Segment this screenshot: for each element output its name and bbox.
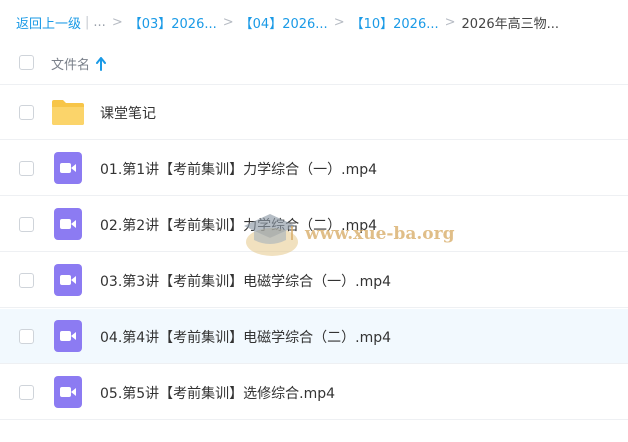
file-row[interactable]: 05.第5讲【考前集训】选修综合.mp4 [0,365,628,420]
file-name[interactable]: 04.第4讲【考前集训】电磁学综合（二）.mp4 [100,327,391,347]
video-icon [54,376,82,408]
breadcrumb-item-2[interactable]: 【04】2026... [240,13,328,32]
folder-icon [52,100,84,125]
file-name[interactable]: 02.第2讲【考前集训】力学综合（二）.mp4 [100,215,377,235]
breadcrumb-item-3[interactable]: 【10】2026... [351,13,439,32]
file-row[interactable]: 03.第3讲【考前集训】电磁学综合（一）.mp4 [0,253,628,308]
breadcrumb-separator: > [444,14,456,30]
video-icon [54,152,82,184]
file-name[interactable]: 03.第3讲【考前集训】电磁学综合（一）.mp4 [100,271,391,291]
video-icon [54,264,82,296]
breadcrumb: 返回上一级 | ... > 【03】2026... > 【04】2026... … [16,12,559,32]
file-name[interactable]: 01.第1讲【考前集训】力学综合（一）.mp4 [100,159,377,179]
breadcrumb-separator: > [222,14,234,30]
row-checkbox[interactable] [19,105,34,120]
row-checkbox[interactable] [19,273,34,288]
row-checkbox[interactable] [19,161,34,176]
file-row[interactable]: 01.第1讲【考前集训】力学综合（一）.mp4 [0,141,628,196]
back-link[interactable]: 返回上一级 [16,13,81,32]
breadcrumb-divider: | [85,14,90,30]
arrow-up-icon [96,56,107,71]
file-name[interactable]: 05.第5讲【考前集训】选修综合.mp4 [100,383,335,403]
breadcrumb-separator: > [333,14,345,30]
row-checkbox[interactable] [19,329,34,344]
video-icon [54,320,82,352]
breadcrumb-ellipsis[interactable]: ... [93,15,105,30]
select-all-checkbox[interactable] [19,55,34,70]
breadcrumb-current: 2026年高三物... [461,16,560,32]
column-name-label: 文件名 [51,58,91,73]
breadcrumb-separator: > [111,14,123,30]
row-checkbox[interactable] [19,217,34,232]
file-name[interactable]: 课堂笔记 [100,103,156,123]
file-list-header: 文件名 [0,42,628,85]
file-row[interactable]: 04.第4讲【考前集训】电磁学综合（二）.mp4 [0,309,628,364]
breadcrumb-item-1[interactable]: 【03】2026... [129,13,217,32]
video-icon [54,208,82,240]
file-row[interactable]: 02.第2讲【考前集训】力学综合（二）.mp4 [0,197,628,252]
file-row[interactable]: 课堂笔记 [0,85,628,140]
row-checkbox[interactable] [19,385,34,400]
sort-by-name-button[interactable]: 文件名 [51,54,107,73]
